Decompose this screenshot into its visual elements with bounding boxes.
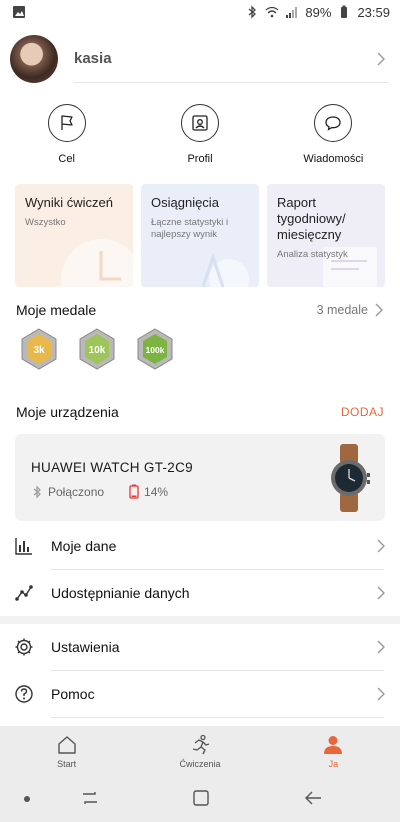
card-workout-results[interactable]: Wyniki ćwiczeń Wszystko — [15, 184, 133, 287]
battery-low-icon — [129, 484, 139, 499]
section-divider — [0, 616, 400, 624]
nav-dot-indicator — [24, 796, 30, 802]
gear-icon — [15, 638, 33, 656]
menu-label: Moje dane — [51, 538, 117, 554]
bluetooth-icon — [33, 485, 41, 498]
running-icon — [192, 734, 210, 755]
divider — [51, 717, 384, 718]
chevron-right-icon — [377, 586, 385, 600]
card-weekly-report[interactable]: Raport tygodniowy/ miesięczny Analiza st… — [267, 184, 385, 287]
smartwatch-icon — [331, 444, 370, 512]
device-battery: 14% — [144, 484, 169, 499]
medals-header[interactable]: Moje medale 3 medale — [16, 300, 384, 320]
nav-label: Start — [57, 759, 77, 769]
quick-action-label: Cel — [58, 153, 75, 165]
medal-10k-icon[interactable]: 10k — [76, 328, 118, 370]
svg-text:100k: 100k — [146, 345, 165, 355]
quick-action-messages[interactable]: Wiadomości — [267, 104, 400, 165]
signal-icon — [286, 7, 298, 18]
chevron-right-icon — [377, 640, 385, 654]
device-status: Połączono 14% — [31, 484, 168, 499]
medal-list: 3k 10k 100k — [18, 328, 176, 370]
battery-percent: 89% — [305, 4, 332, 20]
clock-decoration-icon — [61, 239, 133, 287]
card-subtitle: Wszystko — [25, 217, 66, 228]
device-name: HUAWEI WATCH GT-2C9 — [31, 460, 193, 475]
nav-label: Ja — [328, 759, 339, 769]
menu-data-sharing[interactable]: Udostępnianie danych — [0, 570, 400, 616]
quick-action-label: Profil — [187, 153, 213, 165]
card-subtitle: Łączne statystyki i najlepszy wynik — [151, 217, 229, 240]
svg-text:10k: 10k — [89, 345, 106, 356]
nav-start[interactable]: Start — [0, 726, 133, 776]
wifi-icon — [266, 6, 279, 18]
menu-help[interactable]: Pomoc — [0, 671, 400, 717]
device-card[interactable]: HUAWEI WATCH GT-2C9 Połączono 14% — [15, 434, 385, 521]
chevron-right-icon — [377, 52, 385, 66]
home-icon — [57, 736, 76, 754]
nav-exercises[interactable]: Ćwiczenia — [133, 726, 266, 776]
report-decoration-icon — [323, 247, 377, 287]
nav-label: Ćwiczenia — [179, 759, 221, 769]
system-navigation-bar — [0, 776, 400, 822]
username: kasia — [74, 35, 388, 83]
quick-actions: Cel Profil Wiadomości — [0, 104, 400, 165]
help-icon — [15, 685, 33, 703]
add-device-button[interactable]: DODAJ — [341, 405, 384, 419]
summary-cards: Wyniki ćwiczeń Wszystko Osiągnięcia Łącz… — [15, 184, 385, 287]
chevron-right-icon — [377, 539, 385, 553]
devices-title: Moje urządzenia — [16, 404, 119, 420]
chevron-right-icon — [375, 303, 383, 317]
avatar[interactable] — [10, 35, 58, 83]
achievement-decoration-icon — [201, 252, 249, 287]
share-data-icon — [15, 585, 33, 601]
person-icon — [324, 736, 343, 754]
flag-icon — [61, 115, 73, 130]
svg-text:3k: 3k — [33, 345, 45, 356]
card-achievements[interactable]: Osiągnięcia Łączne statystyki i najlepsz… — [141, 184, 259, 287]
status-bar: 89% 23:59 — [0, 0, 400, 24]
menu-settings[interactable]: Ustawienia — [0, 624, 400, 670]
menu-my-data[interactable]: Moje dane — [0, 523, 400, 569]
back-icon[interactable] — [303, 788, 323, 808]
card-subtitle: Analiza statystyk — [277, 249, 348, 260]
home-button-icon[interactable] — [191, 788, 211, 808]
menu-label: Ustawienia — [51, 639, 120, 655]
battery-icon — [341, 5, 348, 18]
devices-header: Moje urządzenia DODAJ — [16, 402, 384, 422]
card-title: Raport tygodniowy/ miesięczny — [277, 195, 346, 242]
quick-action-profile[interactable]: Profil — [133, 104, 266, 165]
medal-3k-icon[interactable]: 3k — [18, 328, 60, 370]
medals-title: Moje medale — [16, 302, 97, 318]
menu-label: Pomoc — [51, 686, 95, 702]
clock: 23:59 — [357, 4, 390, 20]
device-connection: Połączono — [48, 484, 105, 499]
quick-action-goal[interactable]: Cel — [0, 104, 133, 165]
card-title: Osiągnięcia — [151, 195, 219, 210]
profile-card-icon — [192, 115, 208, 131]
bluetooth-icon — [249, 5, 257, 19]
bottom-navigation: Start Ćwiczenia Ja — [0, 726, 400, 776]
medals-count: 3 medale — [316, 303, 368, 317]
recent-apps-icon[interactable] — [80, 788, 100, 808]
card-title: Wyniki ćwiczeń — [25, 195, 114, 210]
profile-row[interactable]: kasia — [10, 34, 388, 84]
quick-action-label: Wiadomości — [303, 153, 364, 165]
medal-100k-icon[interactable]: 100k — [134, 328, 176, 370]
bar-chart-icon — [15, 538, 32, 555]
chat-bubble-icon — [325, 116, 341, 131]
chevron-right-icon — [377, 687, 385, 701]
gallery-notification-icon — [13, 6, 25, 18]
menu-label: Udostępnianie danych — [51, 585, 190, 601]
nav-me[interactable]: Ja — [267, 726, 400, 776]
